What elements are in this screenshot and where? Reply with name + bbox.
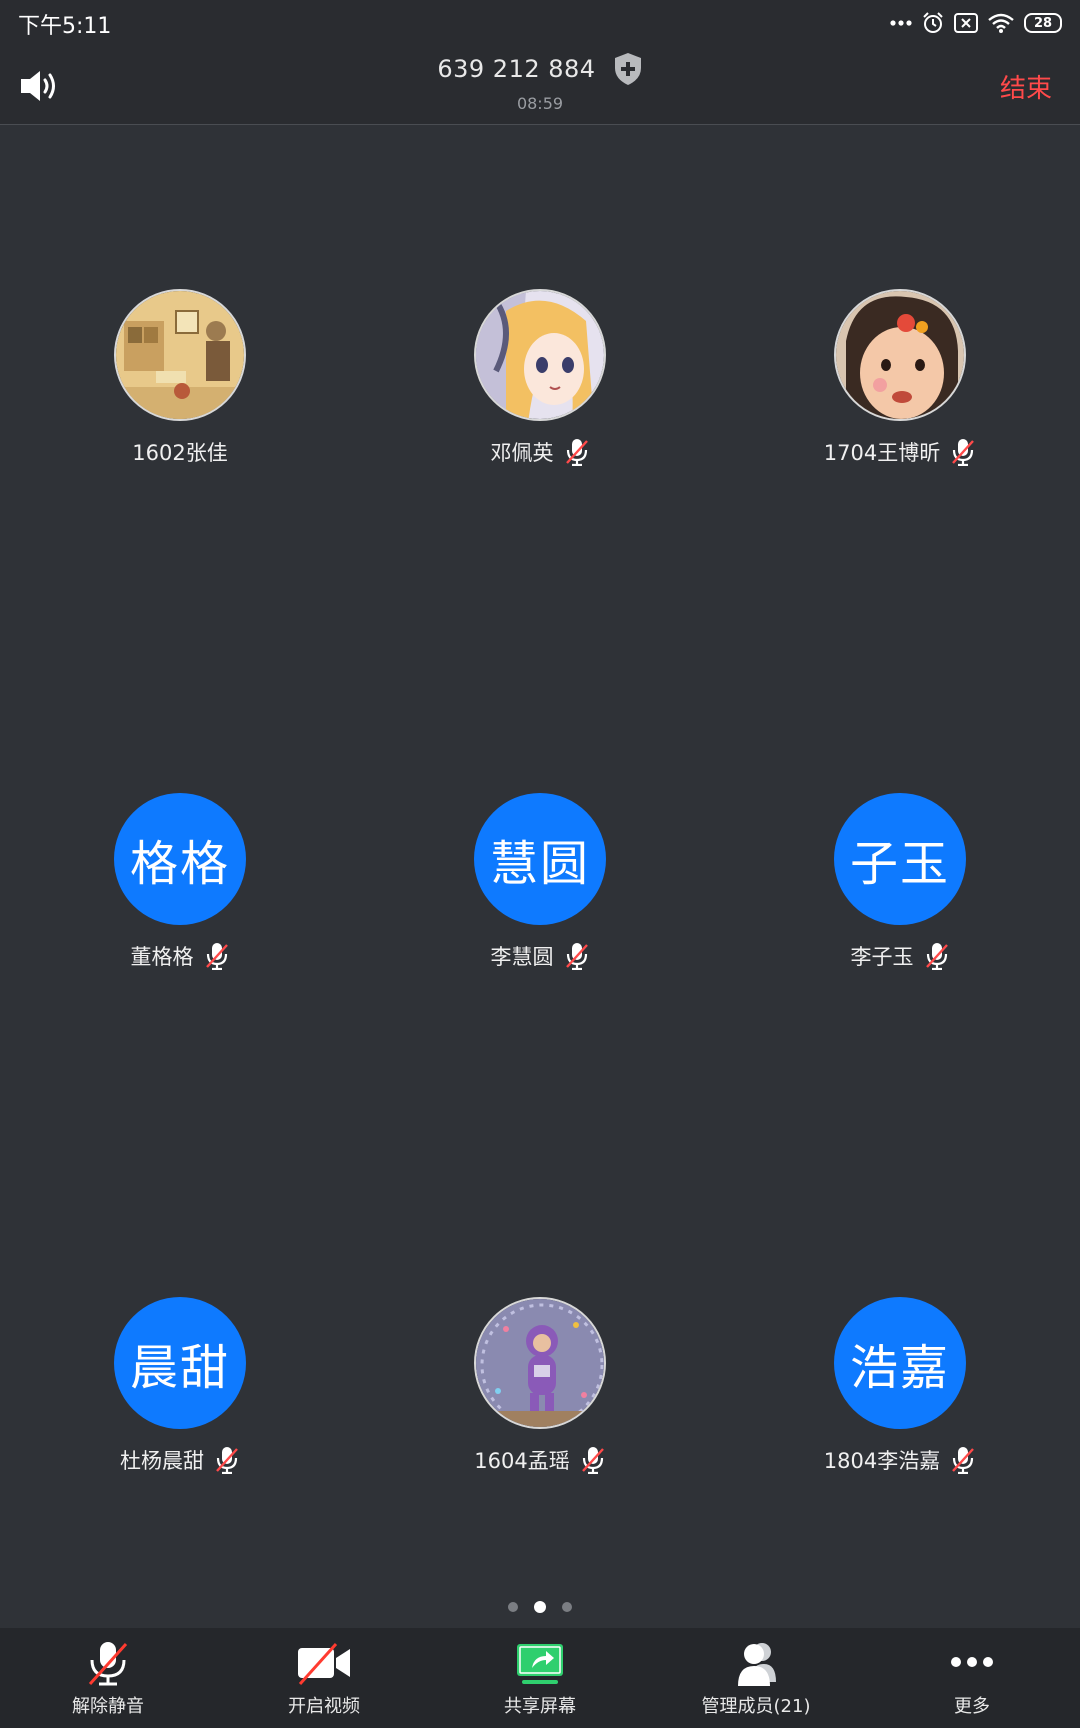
participant-name: 1604孟瑶 — [474, 1449, 570, 1473]
participant-name-row: 1804李浩嘉 — [750, 1445, 1050, 1475]
participant-name-row: 李子玉 — [750, 941, 1050, 971]
participant-avatar: 晨甜 — [114, 1297, 246, 1429]
participant-name: 杜杨晨甜 — [120, 1449, 204, 1473]
video-off-icon — [298, 1642, 350, 1686]
shield-icon[interactable] — [613, 52, 643, 86]
more-dots-icon — [890, 11, 912, 35]
participant-tile[interactable]: 1602张佳 — [30, 289, 330, 489]
status-time: 下午5:11 — [18, 14, 112, 39]
participant-name: 1704王博昕 — [823, 441, 941, 465]
share-screen-button[interactable]: 共享屏幕 — [432, 1628, 648, 1728]
meeting-toolbar: 解除静音 开启视频 共享屏幕 管理成员(21) 更多 — [0, 1628, 1080, 1728]
participant-tile[interactable]: 邓佩英 — [390, 289, 690, 489]
more-dots-icon — [951, 1657, 993, 1667]
participant-avatar — [474, 289, 606, 421]
unmute-label: 解除静音 — [72, 1696, 144, 1717]
participant-avatar — [834, 289, 966, 421]
participant-name-row: 李慧圆 — [390, 941, 690, 971]
participant-tile[interactable]: 1704王博昕 — [750, 289, 1050, 489]
participant-avatar — [474, 1297, 606, 1429]
muted-mic-icon — [952, 439, 975, 466]
participant-avatar: 浩嘉 — [834, 1297, 966, 1429]
more-button[interactable]: 更多 — [864, 1628, 1080, 1728]
page-dot[interactable] — [562, 1602, 572, 1612]
unmute-button[interactable]: 解除静音 — [0, 1628, 216, 1728]
wifi-icon — [988, 11, 1014, 35]
participant-avatar — [114, 289, 246, 421]
alarm-icon — [922, 11, 944, 35]
participant-name: 董格格 — [130, 945, 194, 969]
participant-name: 李子玉 — [850, 945, 914, 969]
muted-mic-icon — [565, 439, 588, 466]
battery-level: 28 — [1024, 13, 1062, 33]
muted-mic-icon — [205, 943, 228, 970]
meeting-id-row[interactable]: 639 212 884 — [0, 52, 1080, 86]
muted-mic-icon — [581, 1447, 604, 1474]
muted-mic-icon — [952, 1447, 975, 1474]
mic-muted-icon — [88, 1642, 128, 1686]
participant-tile[interactable]: 子玉 李子玉 — [750, 793, 1050, 993]
muted-mic-icon — [925, 943, 948, 970]
participant-tile[interactable]: 慧圆 李慧圆 — [390, 793, 690, 993]
manage-members-button[interactable]: 管理成员(21) — [648, 1628, 864, 1728]
notification-x-icon — [954, 11, 978, 35]
members-icon — [738, 1643, 776, 1686]
meeting-header: 639 212 884 08:59 结束 — [0, 48, 1080, 125]
anime-girl-photo — [476, 291, 604, 419]
participant-grid: 1602张佳 邓佩英 1704王博昕 格格 董格格 慧圆 李慧圆 子玉 李子玉 … — [0, 125, 1080, 1625]
status-icons: 28 — [890, 10, 1062, 36]
more-label: 更多 — [954, 1696, 990, 1717]
participant-name-row: 杜杨晨甜 — [30, 1445, 330, 1475]
muted-mic-icon — [216, 1447, 238, 1474]
teletubby-photo — [476, 1299, 604, 1427]
participant-name: 邓佩英 — [490, 441, 554, 465]
page-indicator[interactable] — [0, 1601, 1080, 1613]
battery-icon: 28 — [1024, 11, 1062, 35]
meeting-screen: 下午5:11 28 639 212 884 08:59 结束 1602张佳 邓佩… — [0, 0, 1080, 1728]
manage-members-label: 管理成员(21) — [701, 1696, 811, 1717]
participant-name-row: 1602张佳 — [30, 437, 330, 467]
start-video-button[interactable]: 开启视频 — [216, 1628, 432, 1728]
participant-name-row: 1704王博昕 — [750, 437, 1050, 467]
start-video-label: 开启视频 — [288, 1696, 360, 1717]
participant-tile[interactable]: 1604孟瑶 — [390, 1297, 690, 1497]
participant-name: 1804李浩嘉 — [823, 1449, 941, 1473]
meeting-id: 639 212 884 — [437, 55, 596, 83]
page-dot[interactable] — [508, 1602, 518, 1612]
participant-name-row: 董格格 — [30, 941, 330, 971]
baby-photo — [836, 291, 964, 419]
participant-tile[interactable]: 格格 董格格 — [30, 793, 330, 993]
status-bar: 下午5:11 28 — [0, 0, 1080, 48]
participant-tile[interactable]: 浩嘉 1804李浩嘉 — [750, 1297, 1050, 1497]
meeting-duration: 08:59 — [516, 94, 564, 113]
share-screen-label: 共享屏幕 — [504, 1696, 576, 1717]
room-illustration-photo — [116, 291, 244, 419]
participant-name-row: 邓佩英 — [390, 437, 690, 467]
participant-avatar: 慧圆 — [474, 793, 606, 925]
page-dot-active[interactable] — [534, 1601, 546, 1613]
share-screen-icon — [517, 1644, 563, 1684]
participant-avatar: 格格 — [114, 793, 246, 925]
end-meeting-button[interactable]: 结束 — [1000, 68, 1052, 105]
muted-mic-icon — [565, 943, 588, 970]
participant-name: 1602张佳 — [132, 441, 228, 465]
participant-name: 李慧圆 — [490, 945, 554, 969]
participant-avatar: 子玉 — [834, 793, 966, 925]
participant-tile[interactable]: 晨甜 杜杨晨甜 — [30, 1297, 330, 1497]
participant-name-row: 1604孟瑶 — [390, 1445, 690, 1475]
